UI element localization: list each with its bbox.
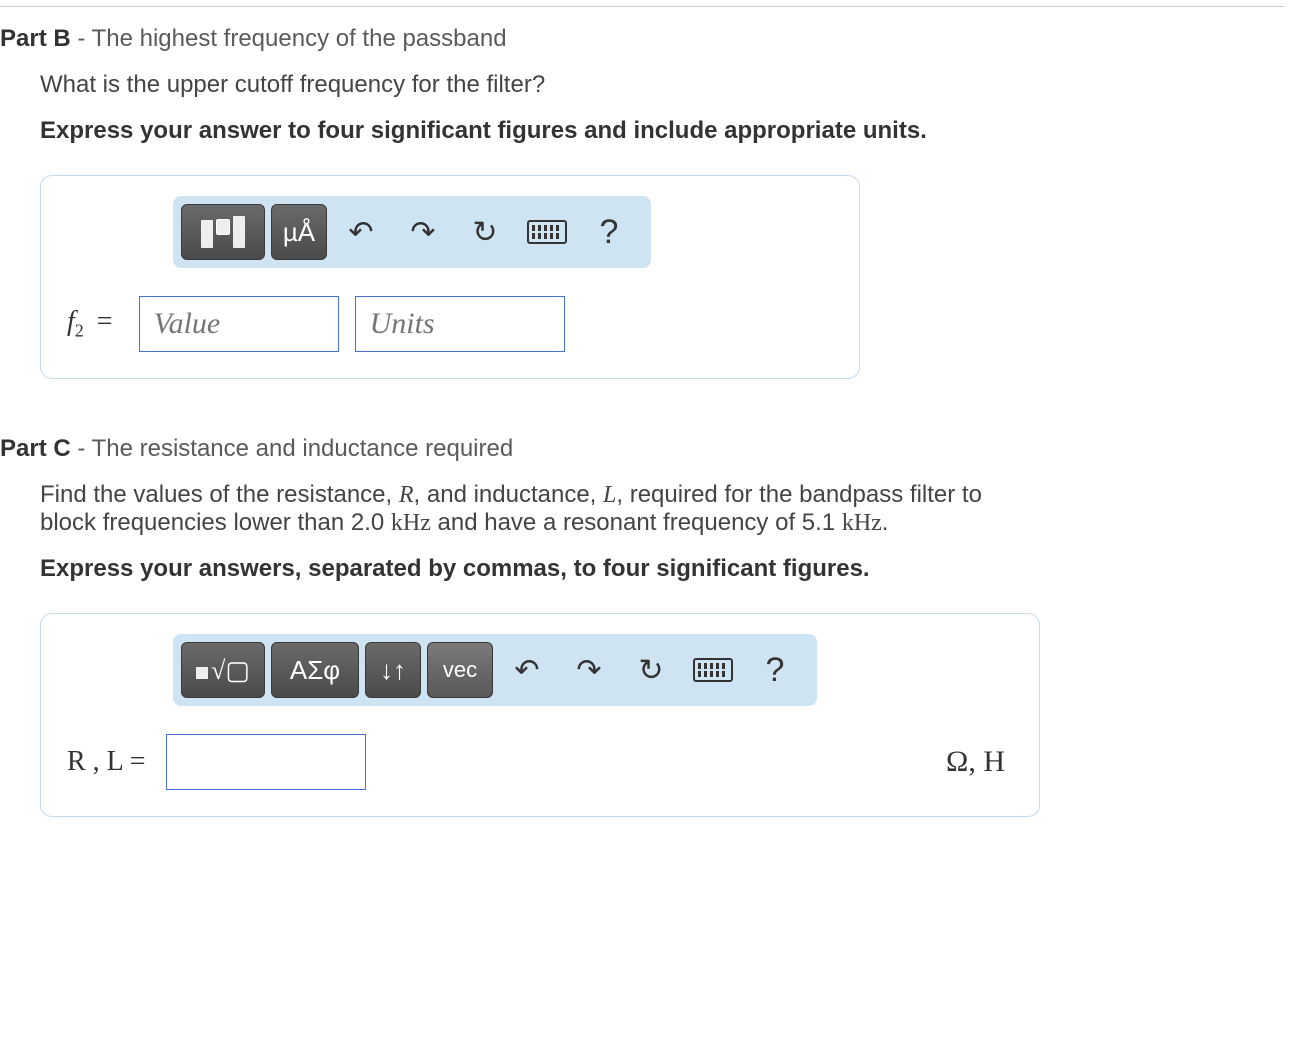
part-c-body: Find the values of the resistance, R, an… (0, 481, 1040, 817)
reset-icon: ↻ (472, 215, 497, 250)
part-c-instruction: Express your answers, separated by comma… (40, 555, 1040, 583)
help-icon: ? (600, 213, 619, 252)
templates-button[interactable] (181, 204, 265, 260)
pc-t5: . (882, 509, 889, 536)
var-sub: 2 (75, 321, 84, 341)
pc-t1: Find the values of the resistance, (40, 481, 399, 508)
part-c-prompt: Find the values of the resistance, R, an… (40, 481, 1040, 537)
part-b-toolbar: µÅ ↶ ↷ ↻ ? (173, 196, 651, 268)
part-c-answer-box: √▢ ΑΣφ ↓↑ vec ↶ ↷ ↻ (40, 613, 1040, 817)
greek-button[interactable]: ΑΣφ (271, 642, 359, 698)
part-b-answer-line: f2 = (63, 296, 837, 352)
part-b-instruction: Express your answer to four significant … (40, 117, 1040, 145)
units-input[interactable] (355, 296, 565, 352)
part-b-dash: - (71, 25, 92, 52)
redo-icon: ↷ (410, 215, 435, 250)
rl-value-input[interactable] (166, 734, 366, 790)
part-b-variable: f2 = (63, 306, 123, 342)
reset-button[interactable]: ↻ (623, 642, 679, 698)
part-c-dash: - (71, 435, 92, 462)
divider-top (0, 6, 1284, 7)
vec-button[interactable]: vec (427, 642, 493, 698)
part-c-header: Part C - The resistance and inductance r… (0, 435, 1284, 463)
part-b-prompt: What is the upper cutoff frequency for t… (40, 71, 1040, 99)
part-b-title: The highest frequency of the passband (92, 25, 507, 52)
part-c-units-trail: Ω, H (946, 745, 1017, 779)
var-f: f (67, 306, 75, 337)
templates-icon: √▢ (196, 655, 250, 686)
redo-button[interactable]: ↷ (395, 204, 451, 260)
part-c-toolbar: √▢ ΑΣφ ↓↑ vec ↶ ↷ ↻ (173, 634, 817, 706)
value-input[interactable] (139, 296, 339, 352)
pc-t2: , and inductance, (414, 481, 603, 508)
pc-L: L (603, 482, 616, 508)
templates-icon (201, 216, 245, 248)
units-menu-label: µÅ (283, 217, 315, 248)
part-b-body: What is the upper cutoff frequency for t… (0, 71, 1040, 379)
keyboard-icon (527, 220, 567, 244)
keyboard-button[interactable] (519, 204, 575, 260)
part-b-label: Part B (0, 25, 71, 52)
undo-icon: ↶ (348, 215, 373, 250)
part-c-title: The resistance and inductance required (92, 435, 514, 462)
undo-icon: ↶ (514, 653, 539, 688)
greek-label: ΑΣφ (290, 655, 340, 686)
help-icon: ? (766, 651, 785, 690)
pc-R: R (399, 482, 414, 508)
part-b-answer-box: µÅ ↶ ↷ ↻ ? f2 = (40, 175, 860, 379)
keyboard-icon (693, 658, 733, 682)
redo-button[interactable]: ↷ (561, 642, 617, 698)
part-b-header: Part B - The highest frequency of the pa… (0, 25, 1284, 53)
pc-khz1: kHz (391, 510, 431, 536)
help-button[interactable]: ? (581, 204, 637, 260)
var-eq: = (84, 306, 119, 337)
reset-button[interactable]: ↻ (457, 204, 513, 260)
part-c-variable: R , L = (63, 746, 150, 778)
undo-button[interactable]: ↶ (499, 642, 555, 698)
keyboard-button[interactable] (685, 642, 741, 698)
templates-button[interactable]: √▢ (181, 642, 265, 698)
super-sub-button[interactable]: ↓↑ (365, 642, 421, 698)
undo-button[interactable]: ↶ (333, 204, 389, 260)
help-button[interactable]: ? (747, 642, 803, 698)
part-c-label: Part C (0, 435, 71, 462)
redo-icon: ↷ (576, 653, 601, 688)
reset-icon: ↻ (638, 653, 663, 688)
super-sub-icon: ↓↑ (380, 655, 406, 686)
vec-label: vec (443, 657, 477, 683)
pc-khz2: kHz (842, 510, 882, 536)
pc-t4: and have a resonant frequency of 5.1 (431, 509, 842, 536)
units-menu-button[interactable]: µÅ (271, 204, 327, 260)
part-c-answer-line: R , L = Ω, H (63, 734, 1017, 790)
